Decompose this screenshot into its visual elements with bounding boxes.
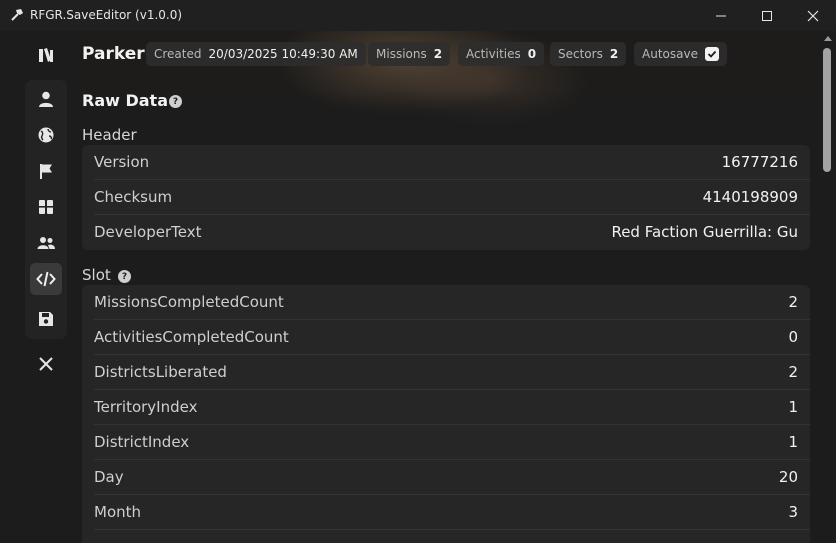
created-chip: Created 20/03/2025 10:49:30 AM bbox=[146, 42, 366, 66]
table-row: TerritoryIndex 1 bbox=[82, 390, 810, 425]
field-key: DeveloperText bbox=[94, 223, 202, 241]
activities-label: Activities bbox=[466, 47, 521, 61]
sidebar-item-raw-data[interactable] bbox=[30, 263, 62, 295]
field-key: ActivitiesCompletedCount bbox=[94, 328, 289, 346]
scroll-up-arrow-icon[interactable] bbox=[824, 36, 832, 41]
table-row: Version 16777216 bbox=[82, 145, 810, 180]
field-value: 0 bbox=[788, 328, 798, 346]
sectors-label: Sectors bbox=[558, 47, 603, 61]
sectors-value: 2 bbox=[609, 47, 619, 61]
help-icon[interactable]: ? bbox=[118, 270, 131, 283]
window-title: RFGR.SaveEditor (v1.0.0) bbox=[30, 8, 183, 22]
table-row: DistrictsLiberated 2 bbox=[82, 355, 810, 390]
field-key: Checksum bbox=[94, 188, 173, 206]
minimize-button[interactable] bbox=[698, 0, 744, 31]
main-content: Parker Created 20/03/2025 10:49:30 AM Mi… bbox=[72, 31, 820, 543]
sidebar-item-people[interactable] bbox=[30, 227, 62, 259]
globe-icon bbox=[38, 127, 54, 143]
book-icon bbox=[39, 48, 53, 62]
sidebar-item-profile[interactable] bbox=[30, 83, 62, 115]
table-row: Checksum 4140198909 bbox=[82, 180, 810, 215]
sidebar-item-missions[interactable] bbox=[30, 155, 62, 187]
help-icon[interactable]: ? bbox=[169, 95, 182, 108]
missions-chip: Missions 2 bbox=[368, 42, 451, 66]
field-key: MissionsCompletedCount bbox=[94, 293, 284, 311]
table-row: Month 3 bbox=[82, 495, 810, 530]
title-bar: RFGR.SaveEditor (v1.0.0) bbox=[0, 0, 836, 31]
vertical-scrollbar[interactable] bbox=[820, 31, 836, 543]
activities-chip: Activities 0 bbox=[458, 42, 545, 66]
table-row: DeveloperText Red Faction Guerrilla: Gu bbox=[82, 215, 810, 250]
page-title: Raw Data bbox=[82, 91, 168, 110]
scrollbar-thumb[interactable] bbox=[823, 48, 831, 172]
field-key: Day bbox=[94, 468, 124, 486]
checkmark-icon bbox=[707, 50, 717, 58]
sidebar-item-home[interactable] bbox=[30, 39, 62, 71]
section-title-slot: Slot bbox=[82, 266, 111, 284]
field-key: Month bbox=[94, 503, 142, 521]
field-value: 1 bbox=[788, 398, 798, 416]
autosave-checkbox[interactable] bbox=[704, 47, 719, 61]
field-value: Red Faction Guerrilla: Gu bbox=[611, 223, 798, 241]
autosave-label: Autosave bbox=[642, 47, 698, 61]
close-icon bbox=[807, 10, 819, 21]
field-key: Version bbox=[94, 153, 150, 171]
slot-fields-card: MissionsCompletedCount 2 ActivitiesCompl… bbox=[82, 285, 810, 543]
table-row: MissionsCompletedCount 2 bbox=[82, 285, 810, 320]
sidebar-item-close[interactable] bbox=[30, 348, 62, 380]
maximize-icon bbox=[762, 10, 772, 21]
activities-value: 0 bbox=[527, 47, 537, 61]
created-value: 20/03/2025 10:49:30 AM bbox=[208, 47, 358, 61]
sidebar bbox=[0, 31, 72, 543]
minimize-icon bbox=[716, 15, 726, 16]
field-key: DistrictsLiberated bbox=[94, 363, 227, 381]
floppy-disk-icon bbox=[39, 312, 53, 326]
profile-name: Parker bbox=[82, 44, 145, 64]
field-value: 16777216 bbox=[721, 153, 798, 171]
sidebar-item-save[interactable] bbox=[30, 303, 62, 335]
table-row: Day 20 bbox=[82, 460, 810, 495]
code-icon bbox=[36, 271, 56, 287]
table-row: DistrictIndex 1 bbox=[82, 425, 810, 460]
created-label: Created bbox=[154, 47, 202, 61]
maximize-button[interactable] bbox=[744, 0, 790, 31]
field-value: 2 bbox=[788, 363, 798, 381]
close-window-button[interactable] bbox=[790, 0, 836, 31]
hammer-icon bbox=[11, 9, 23, 21]
field-value: 4140198909 bbox=[702, 188, 798, 206]
table-row: ActivitiesCompletedCount 0 bbox=[82, 320, 810, 355]
field-key: DistrictIndex bbox=[94, 433, 190, 451]
person-icon bbox=[39, 91, 53, 107]
close-icon bbox=[39, 357, 53, 371]
field-key: TerritoryIndex bbox=[94, 398, 198, 416]
sectors-chip: Sectors 2 bbox=[550, 42, 627, 66]
missions-value: 2 bbox=[433, 47, 443, 61]
missions-label: Missions bbox=[376, 47, 427, 61]
field-value: 20 bbox=[778, 468, 798, 486]
field-value: 2 bbox=[788, 293, 798, 311]
field-value: 1 bbox=[788, 433, 798, 451]
header-fields-card: Version 16777216 Checksum 4140198909 Dev… bbox=[82, 145, 810, 250]
section-title-header: Header bbox=[82, 126, 137, 144]
sidebar-item-upgrades[interactable] bbox=[30, 191, 62, 223]
autosave-chip[interactable]: Autosave bbox=[634, 42, 727, 66]
people-icon bbox=[37, 237, 55, 249]
field-value: 3 bbox=[788, 503, 798, 521]
columns-icon bbox=[39, 200, 53, 214]
flag-icon bbox=[40, 164, 52, 179]
sidebar-item-world[interactable] bbox=[30, 119, 62, 151]
